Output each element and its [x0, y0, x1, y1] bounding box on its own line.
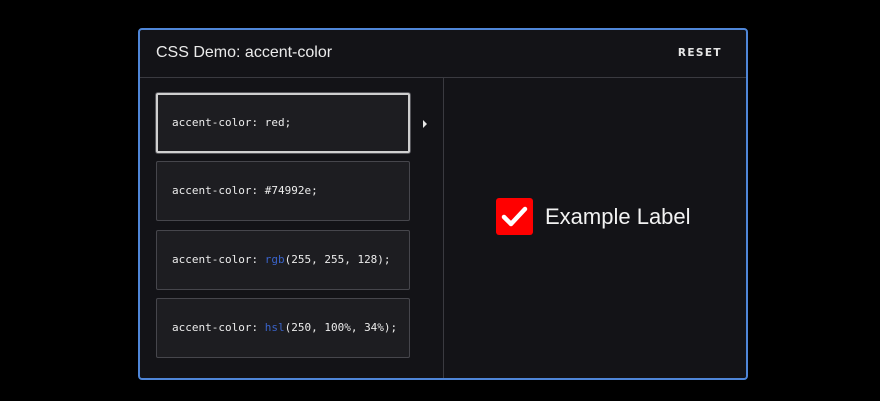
example-label: Example Label	[545, 203, 691, 229]
option-value: (255, 255, 128);	[284, 253, 391, 266]
example-checkbox[interactable]	[496, 198, 533, 235]
demo-panel: CSS Demo: accent-color RESET accent-colo…	[138, 28, 748, 380]
option-function: hsl	[264, 321, 285, 334]
checkmark-icon	[501, 206, 528, 227]
option-hsl[interactable]: accent-color: hsl(250, 100%, 34%);	[156, 298, 410, 358]
option-red[interactable]: accent-color: red;	[156, 93, 410, 153]
option-value: red;	[264, 116, 292, 129]
option-hex[interactable]: accent-color: #74992e;	[156, 161, 410, 221]
option-property: accent-color:	[172, 321, 265, 334]
demo-title: CSS Demo: accent-color	[156, 44, 333, 61]
option-property: accent-color:	[172, 116, 265, 129]
option-property: accent-color:	[172, 253, 265, 266]
demo-header: CSS Demo: accent-color RESET	[140, 30, 746, 78]
option-value: (250, 100%, 34%);	[284, 321, 398, 334]
option-rgb[interactable]: accent-color: rgb(255, 255, 128);	[156, 230, 410, 290]
option-property: accent-color:	[172, 184, 265, 197]
option-function: rgb	[264, 253, 285, 266]
output-panel: Example Label	[444, 78, 746, 378]
reset-button[interactable]: RESET	[678, 47, 722, 59]
selected-option-arrow-icon	[423, 120, 427, 128]
example-row: Example Label	[496, 198, 691, 235]
options-panel: accent-color: red; accent-color: #74992e…	[140, 78, 444, 378]
option-value: #74992e;	[264, 184, 318, 197]
